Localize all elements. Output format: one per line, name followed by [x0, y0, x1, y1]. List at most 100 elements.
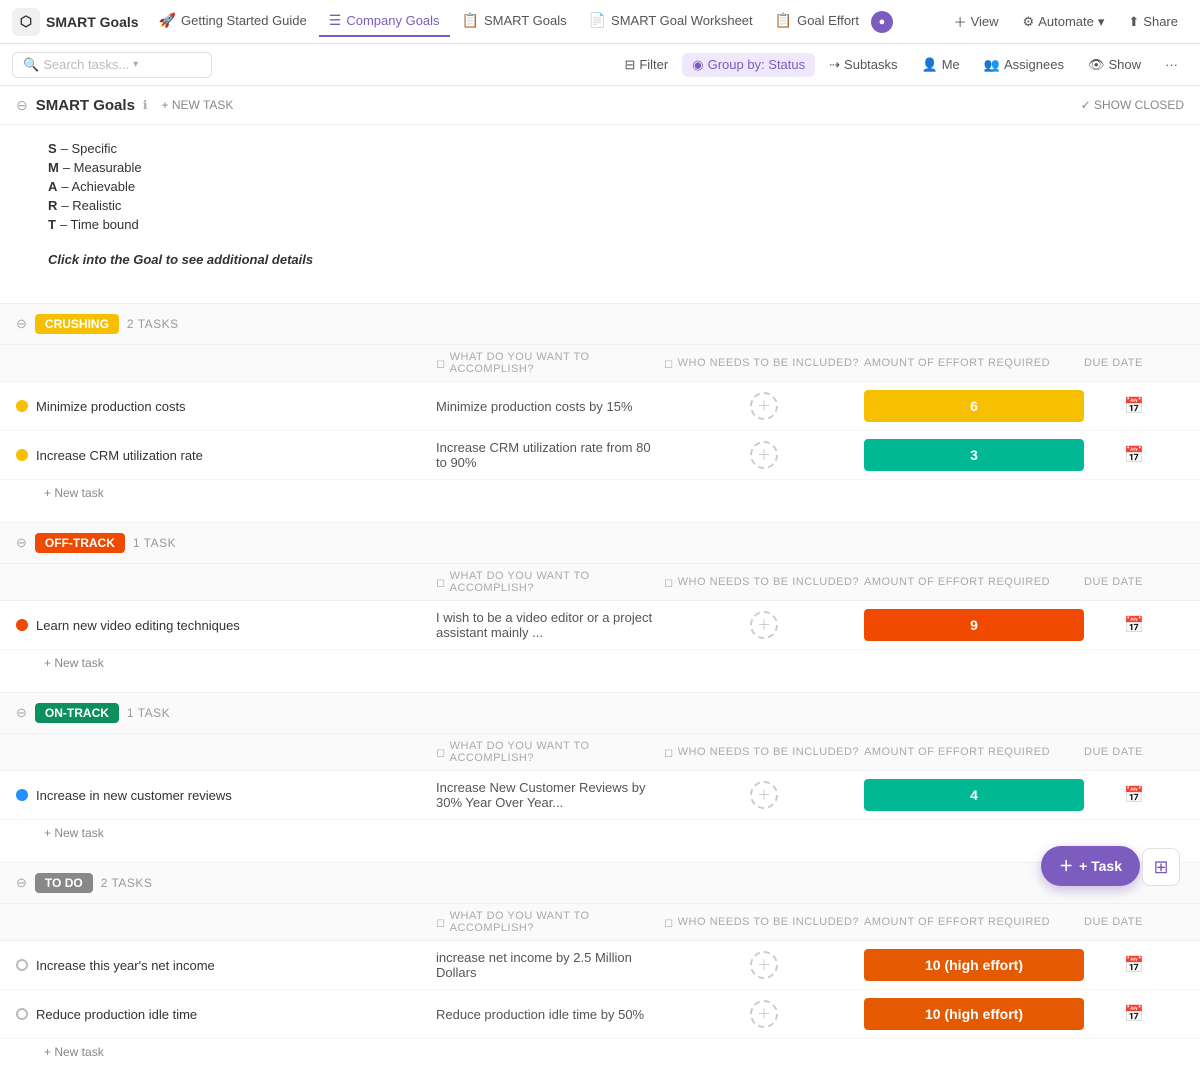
company-goals-icon: ☰ [329, 12, 342, 29]
toolbar: 🔍 Search tasks... ▾ ⊟ Filter ◉ Group by:… [0, 44, 1200, 86]
table-row[interactable]: Increase in new customer reviews Increas… [0, 771, 1200, 820]
task-name-cell: Minimize production costs [16, 399, 436, 414]
me-icon: 👤 [922, 57, 938, 73]
task-accomplish: Reduce production idle time by 50% [436, 1007, 664, 1022]
tab-goal-effort[interactable]: 📋 Goal Effort [765, 6, 869, 37]
new-task-row[interactable]: + New task [0, 820, 1200, 846]
group-toggle-to-do[interactable]: ⊖ [16, 875, 27, 891]
col-headers-on-track: ◻ WHAT DO YOU WANT TO ACCOMPLISH? ◻ WHO … [0, 734, 1200, 771]
calendar-icon[interactable]: 📅 [1124, 445, 1144, 465]
acronym-m: M – Measurable [48, 160, 1152, 175]
calendar-icon[interactable]: 📅 [1124, 615, 1144, 635]
task-assignee: ＋ [664, 441, 864, 469]
automate-chevron-icon: ▾ [1098, 14, 1105, 30]
top-nav: ⬡ SMART Goals 🚀 Getting Started Guide ☰ … [0, 0, 1200, 44]
col-headers-crushing: ◻ WHAT DO YOU WANT TO ACCOMPLISH? ◻ WHO … [0, 345, 1200, 382]
task-count-crushing: 2 TASKS [127, 317, 179, 331]
col-effort: AMOUNT OF EFFORT REQUIRED [864, 357, 1084, 369]
search-box[interactable]: 🔍 Search tasks... ▾ [12, 52, 212, 78]
show-closed-button[interactable]: ✓ SHOW CLOSED [1081, 98, 1184, 112]
table-row[interactable]: Reduce production idle time Reduce produ… [0, 990, 1200, 1039]
grid-view-button[interactable]: ⊞ [1142, 848, 1180, 886]
task-count-on-track: 1 TASK [127, 706, 170, 720]
task-accomplish: Minimize production costs by 15% [436, 399, 664, 414]
calendar-icon[interactable]: 📅 [1124, 1004, 1144, 1024]
section-toggle[interactable]: ⊖ [16, 97, 28, 114]
smart-goals-icon: 📋 [462, 12, 479, 29]
app-logo[interactable]: ⬡ SMART Goals [12, 8, 139, 36]
table-row[interactable]: Increase CRM utilization rate Increase C… [0, 431, 1200, 480]
group-toggle-crushing[interactable]: ⊖ [16, 316, 27, 332]
task-status-dot [16, 449, 28, 461]
show-button[interactable]: 👁 Show [1078, 53, 1151, 77]
task-accomplish: increase net income by 2.5 Million Dolla… [436, 950, 664, 980]
new-task-button[interactable]: + NEW TASK [155, 96, 239, 114]
col-due-date: DUE DATE [1084, 357, 1184, 369]
due-date-cell: 📅 [1084, 1004, 1184, 1024]
assignee-add-button[interactable]: ＋ [750, 611, 778, 639]
tab-company-goals[interactable]: ☰ Company Goals [319, 6, 450, 37]
section-title: SMART Goals [36, 97, 135, 114]
task-name-cell: Reduce production idle time [16, 1007, 436, 1022]
automate-button[interactable]: ⚙ Automate ▾ [1013, 9, 1115, 35]
section-info-icon[interactable]: ℹ [143, 98, 148, 112]
group-header-off-track: ⊖ OFF-TRACK 1 TASK [0, 522, 1200, 564]
assignee-add-button[interactable]: ＋ [750, 951, 778, 979]
task-name: Increase in new customer reviews [36, 788, 232, 803]
assignee-add-button[interactable]: ＋ [750, 392, 778, 420]
me-button[interactable]: 👤 Me [912, 53, 970, 77]
tab-getting-started[interactable]: 🚀 Getting Started Guide [149, 6, 317, 37]
tab-smart-goal-worksheet[interactable]: 📄 SMART Goal Worksheet [579, 6, 763, 37]
acronym-r: R – Realistic [48, 198, 1152, 213]
search-icon: 🔍 [23, 57, 39, 73]
assignees-button[interactable]: 👥 Assignees [974, 53, 1074, 77]
col-accomplish-icon: ◻ [436, 357, 446, 370]
table-row[interactable]: Learn new video editing techniques I wis… [0, 601, 1200, 650]
new-task-row[interactable]: + New task [0, 650, 1200, 676]
col-headers-to-do: ◻ WHAT DO YOU WANT TO ACCOMPLISH? ◻ WHO … [0, 904, 1200, 941]
col-included-icon: ◻ [664, 746, 674, 759]
group-toggle-off-track[interactable]: ⊖ [16, 535, 27, 551]
effort-bar: 10 (high effort) [864, 949, 1084, 981]
effort-bar: 3 [864, 439, 1084, 471]
app-title: SMART Goals [46, 14, 139, 30]
group-toggle-on-track[interactable]: ⊖ [16, 705, 27, 721]
nav-badge: ● [871, 11, 893, 33]
subtasks-button[interactable]: ⇢ Subtasks [819, 53, 907, 77]
ellipsis-icon: ··· [1165, 57, 1178, 72]
table-row[interactable]: Increase this year's net income increase… [0, 941, 1200, 990]
task-name-cell: Learn new video editing techniques [16, 618, 436, 633]
status-badge-crushing: CRUSHING [35, 314, 119, 334]
col-effort: AMOUNT OF EFFORT REQUIRED [864, 916, 1084, 928]
effort-cell: 10 (high effort) [864, 949, 1084, 981]
view-button[interactable]: ＋ View [944, 7, 1009, 36]
task-status-dot [16, 789, 28, 801]
groups-container: ⊖ CRUSHING 2 TASKS ◻ WHAT DO YOU WANT TO… [0, 303, 1200, 1081]
filter-button[interactable]: ⊟ Filter [614, 53, 678, 77]
group-on-track: ⊖ ON-TRACK 1 TASK ◻ WHAT DO YOU WANT TO … [0, 692, 1200, 846]
acronym-a: A – Achievable [48, 179, 1152, 194]
col-accomplish-icon: ◻ [436, 916, 446, 929]
more-options-button[interactable]: ··· [1155, 53, 1188, 76]
group-by-button[interactable]: ◉ Group by: Status [682, 53, 815, 77]
calendar-icon[interactable]: 📅 [1124, 396, 1144, 416]
assignee-add-button[interactable]: ＋ [750, 781, 778, 809]
tab-smart-goals[interactable]: 📋 SMART Goals [452, 6, 577, 37]
task-name-cell: Increase CRM utilization rate [16, 448, 436, 463]
col-due-date: DUE DATE [1084, 916, 1184, 928]
new-task-row[interactable]: + New task [0, 1039, 1200, 1065]
share-button[interactable]: ⬆ Share [1118, 9, 1188, 35]
group-header-crushing: ⊖ CRUSHING 2 TASKS [0, 303, 1200, 345]
task-count-to-do: 2 TASKS [101, 876, 153, 890]
calendar-icon[interactable]: 📅 [1124, 785, 1144, 805]
assignee-add-button[interactable]: ＋ [750, 1000, 778, 1028]
add-task-button[interactable]: ＋ + Task [1041, 846, 1140, 886]
task-accomplish: I wish to be a video editor or a project… [436, 610, 664, 640]
assignee-add-button[interactable]: ＋ [750, 441, 778, 469]
new-task-row[interactable]: + New task [0, 480, 1200, 506]
table-row[interactable]: Minimize production costs Minimize produ… [0, 382, 1200, 431]
group-crushing: ⊖ CRUSHING 2 TASKS ◻ WHAT DO YOU WANT TO… [0, 303, 1200, 506]
status-badge-on-track: ON-TRACK [35, 703, 119, 723]
calendar-icon[interactable]: 📅 [1124, 955, 1144, 975]
filter-icon: ⊟ [624, 57, 635, 73]
